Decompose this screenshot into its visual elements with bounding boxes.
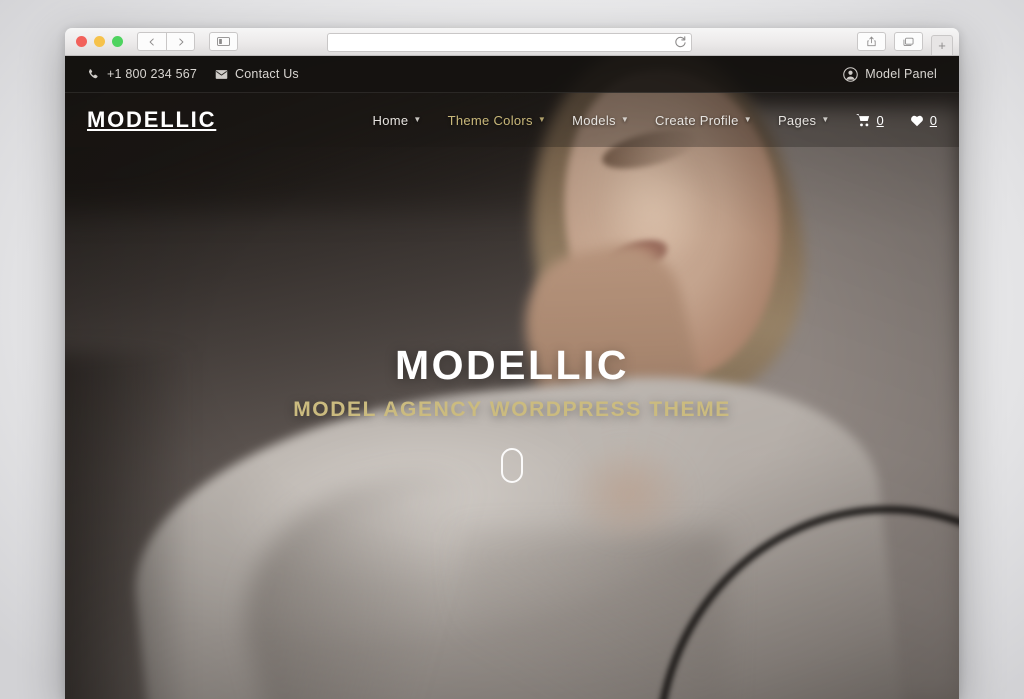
nav-item-theme-colors[interactable]: Theme Colors ▼ (448, 113, 546, 128)
scroll-down-icon[interactable] (501, 448, 523, 483)
nav-label: Create Profile (655, 112, 739, 128)
sidebar-toggle-button[interactable] (209, 32, 238, 51)
chevron-right-icon (178, 37, 183, 46)
page-background: + +1 800 234 567 Contact Us Model Panel … (0, 0, 1024, 699)
phone-link[interactable]: +1 800 234 567 (87, 67, 197, 81)
new-tab-button[interactable]: + (931, 34, 953, 55)
heart-icon (910, 115, 923, 126)
browser-window: + +1 800 234 567 Contact Us Model Panel … (65, 28, 959, 699)
share-button[interactable] (857, 32, 886, 51)
phone-number: +1 800 234 567 (107, 67, 198, 81)
window-controls (76, 36, 123, 47)
close-window-button[interactable] (76, 36, 87, 47)
maximize-window-button[interactable] (112, 36, 123, 47)
contact-link[interactable]: Contact Us (215, 67, 299, 81)
browser-toolbar: + (65, 28, 959, 56)
chevron-down-icon: ▼ (821, 115, 830, 124)
address-bar-container (327, 32, 692, 52)
nav-label: Home (372, 112, 409, 128)
nav-label: Theme Colors (447, 112, 533, 128)
page-viewport: +1 800 234 567 Contact Us Model Panel MO… (65, 56, 959, 699)
minimize-window-button[interactable] (94, 36, 105, 47)
phone-icon (89, 68, 98, 78)
back-button[interactable] (137, 32, 166, 51)
nav-label: Models (572, 112, 616, 128)
chevron-down-icon: ▼ (413, 115, 422, 124)
site-logo[interactable]: MODELLIC (87, 107, 216, 133)
nav-label: Pages (777, 112, 817, 128)
show-tabs-button[interactable] (894, 32, 923, 51)
site-header: +1 800 234 567 Contact Us Model Panel MO… (65, 56, 959, 147)
primary-navigation: Home ▼ Theme Colors ▼ Models ▼ Create Pr… (373, 113, 937, 128)
model-panel-label: Model Panel (865, 67, 937, 81)
wishlist-button[interactable]: 0 (910, 113, 937, 128)
nav-item-home[interactable]: Home ▼ (373, 113, 422, 128)
chevron-down-icon: ▼ (743, 115, 752, 124)
envelope-icon (215, 69, 228, 79)
contact-label: Contact Us (235, 67, 299, 81)
chevron-down-icon: ▼ (537, 115, 547, 124)
nav-item-models[interactable]: Models ▼ (572, 113, 629, 128)
main-navbar: MODELLIC Home ▼ Theme Colors ▼ Models ▼ … (65, 93, 959, 147)
tabs-icon (903, 37, 914, 46)
shopping-cart-icon (855, 113, 869, 127)
topbar-contact-group: +1 800 234 567 Contact Us (87, 67, 299, 81)
model-panel-link[interactable]: Model Panel (843, 66, 937, 82)
reload-icon[interactable] (674, 35, 687, 48)
nav-item-create-profile[interactable]: Create Profile ▼ (655, 113, 752, 128)
hero-section: MODELLIC MODEL AGENCY WORDPRESS THEME (65, 342, 959, 483)
cart-button[interactable]: 0 (855, 112, 884, 128)
nav-item-pages[interactable]: Pages ▼ (778, 113, 830, 128)
user-account-icon (843, 66, 859, 82)
navigation-buttons (137, 32, 195, 51)
address-bar-input[interactable] (327, 33, 692, 52)
share-icon (867, 36, 876, 47)
sidebar-icon (217, 37, 230, 46)
chevron-left-icon (149, 37, 154, 46)
chevron-down-icon: ▼ (620, 115, 630, 124)
utility-topbar: +1 800 234 567 Contact Us Model Panel (65, 56, 959, 93)
forward-button[interactable] (166, 32, 195, 51)
hero-subtitle: MODEL AGENCY WORDPRESS THEME (293, 398, 731, 421)
topbar-account-group: Model Panel (843, 66, 937, 82)
hero-title: MODELLIC (394, 342, 630, 388)
cart-count: 0 (876, 112, 884, 128)
toolbar-right-actions: + (857, 29, 953, 55)
wishlist-count: 0 (929, 112, 937, 128)
